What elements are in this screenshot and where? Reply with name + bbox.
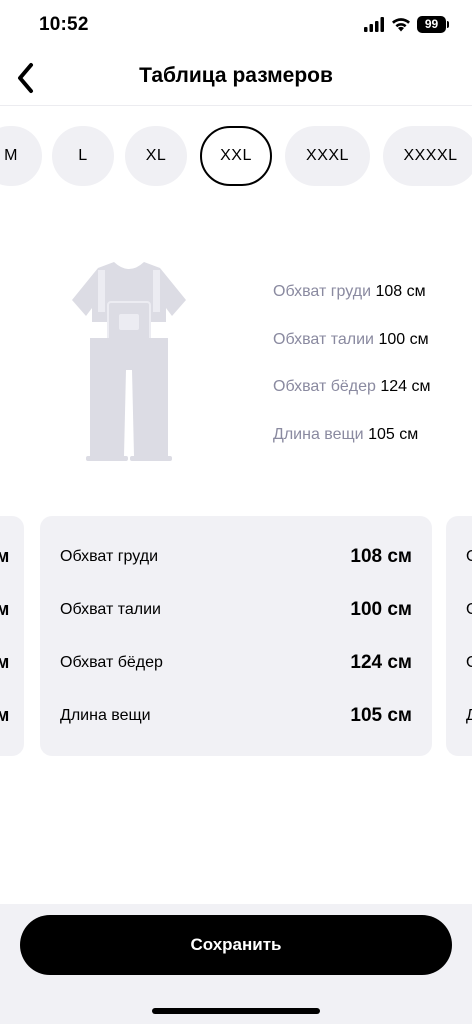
measure-value: 124 см bbox=[380, 378, 431, 395]
card-peek-value: м bbox=[0, 599, 10, 619]
size-chip-xxl[interactable]: XXL bbox=[200, 126, 272, 186]
size-card-current[interactable]: Обхват груди 108 см Обхват талии 100 см … bbox=[40, 516, 432, 756]
card-row-label: Обхват бёдер bbox=[60, 654, 163, 671]
cellular-signal-icon bbox=[364, 17, 384, 32]
card-row-label: Обхват груди bbox=[60, 548, 159, 565]
measure-value: 100 см bbox=[378, 331, 429, 348]
card-peek-value: м bbox=[0, 546, 10, 566]
battery-indicator: 99 bbox=[417, 16, 449, 33]
card-row: Обхват груди 108 см bbox=[60, 542, 412, 572]
measure-value: 105 см bbox=[368, 426, 419, 443]
card-row-value: 108 см bbox=[350, 546, 412, 567]
card-row: Обхват талии 100 см bbox=[60, 595, 412, 625]
size-chip-l[interactable]: L bbox=[52, 126, 114, 186]
measure-value: 108 см bbox=[375, 283, 426, 300]
card-peek-label: О bbox=[466, 548, 472, 566]
card-row-value: 100 см bbox=[350, 599, 412, 620]
home-indicator[interactable] bbox=[152, 1008, 320, 1014]
nav-bar: Таблица размеров bbox=[0, 50, 472, 106]
status-time: 10:52 bbox=[39, 14, 89, 35]
card-peek-label: О bbox=[466, 654, 472, 672]
size-illustration-area: Обхват груди 108 см Обхват талии 100 см … bbox=[0, 250, 472, 470]
card-peek-value: м bbox=[0, 652, 10, 672]
size-card-previous[interactable]: м м м м bbox=[0, 516, 24, 756]
page-title: Таблица размеров bbox=[139, 64, 333, 87]
size-cards-carousel[interactable]: м м м м Обхват груди 108 см Обхват талии… bbox=[0, 516, 472, 758]
size-chip-xl[interactable]: XL bbox=[125, 126, 187, 186]
card-row: Обхват бёдер 124 см bbox=[60, 648, 412, 678]
card-row-value: 105 см bbox=[350, 705, 412, 726]
measure-waist: Обхват талии 100 см bbox=[273, 331, 429, 349]
measure-label: Обхват груди bbox=[273, 283, 372, 300]
measure-label: Обхват бёдер bbox=[273, 378, 376, 395]
save-button[interactable]: Сохранить bbox=[20, 915, 452, 975]
measure-hips: Обхват бёдер 124 см bbox=[273, 378, 431, 396]
card-row: Длина вещи 105 см bbox=[60, 701, 412, 731]
bottom-action-bar: Сохранить bbox=[0, 904, 472, 1024]
card-peek-label: О bbox=[466, 601, 472, 619]
measure-label: Длина вещи bbox=[273, 426, 364, 443]
size-chip-m[interactable]: M bbox=[0, 126, 42, 186]
size-chip-xxxl[interactable]: XXXL bbox=[285, 126, 370, 186]
size-chip-xxxxl[interactable]: XXXXL bbox=[383, 126, 472, 186]
measure-label: Обхват талии bbox=[273, 331, 374, 348]
measure-length: Длина вещи 105 см bbox=[273, 426, 418, 444]
overalls-icon bbox=[72, 262, 186, 461]
card-row-value: 124 см bbox=[350, 652, 412, 673]
wifi-icon bbox=[392, 18, 410, 32]
size-selector: M L XL XXL XXXL XXXXL bbox=[0, 126, 472, 188]
card-row-label: Длина вещи bbox=[60, 707, 151, 724]
card-row-label: Обхват талии bbox=[60, 601, 161, 618]
card-peek-value: м bbox=[0, 705, 10, 725]
card-peek-label: Д bbox=[466, 707, 472, 724]
size-card-next[interactable]: О О О Д bbox=[446, 516, 472, 756]
measure-chest: Обхват груди 108 см bbox=[273, 283, 426, 301]
status-bar: 10:52 99 bbox=[0, 0, 472, 50]
